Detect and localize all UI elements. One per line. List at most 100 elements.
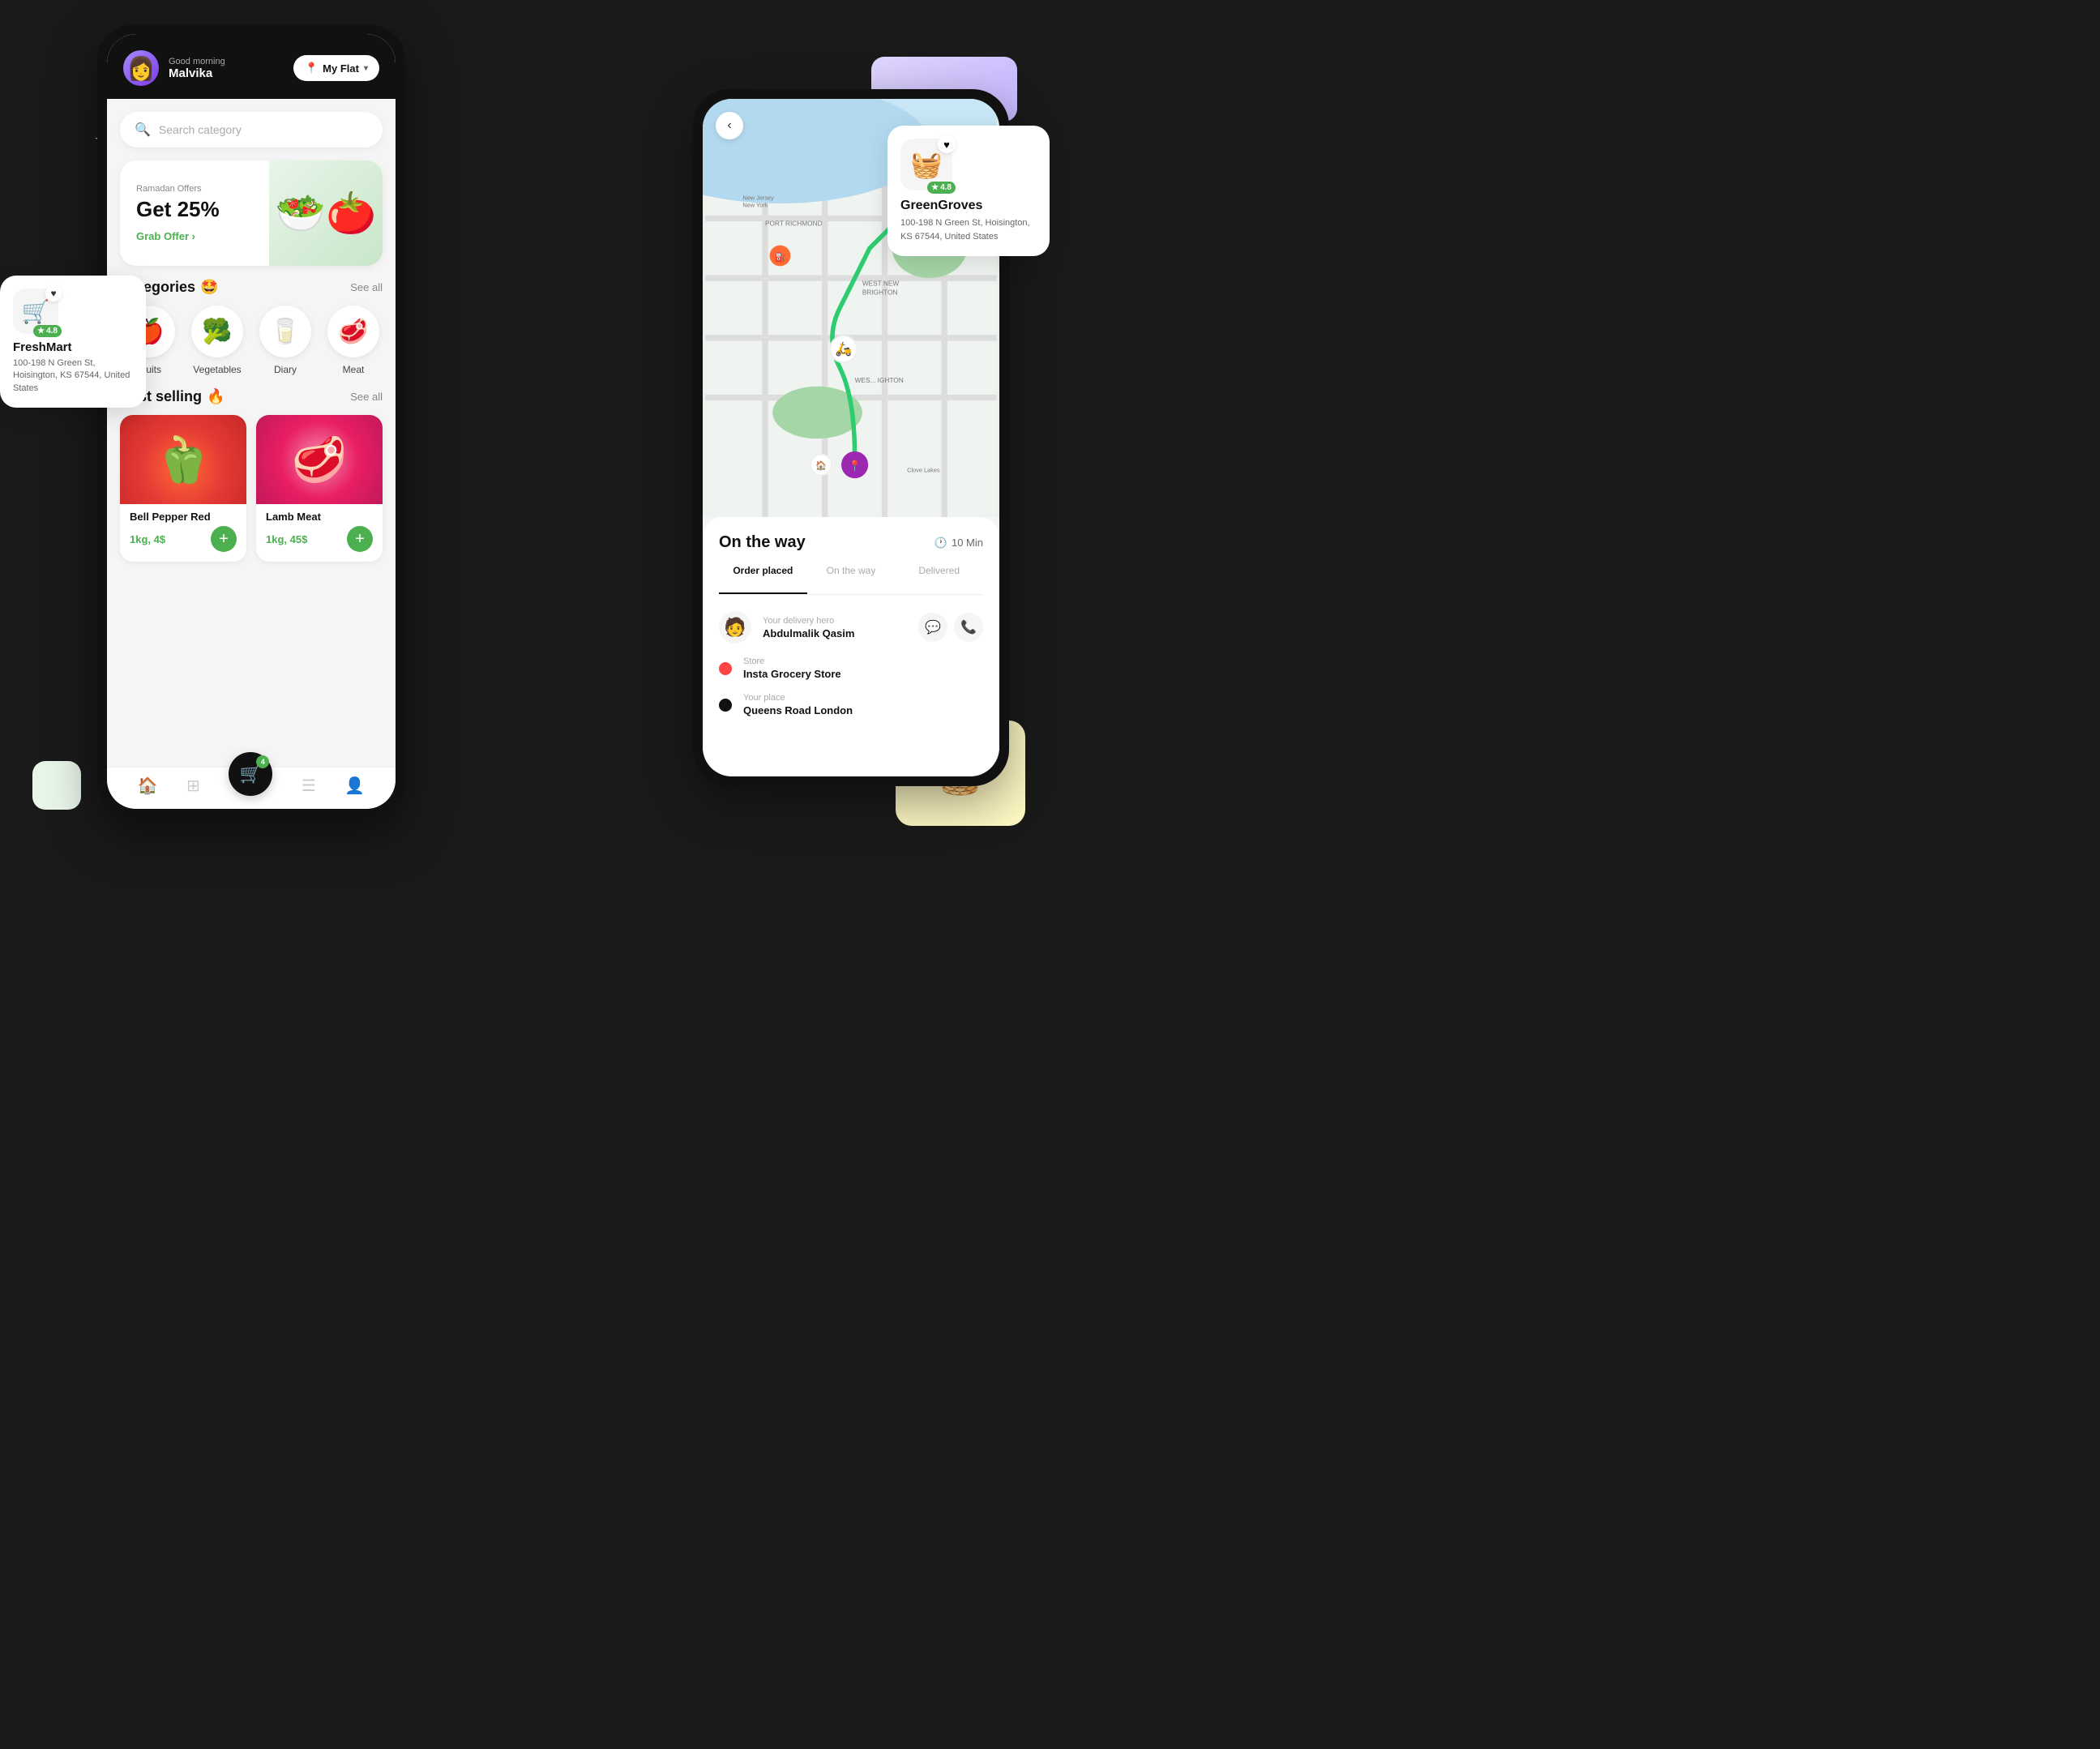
destination-info-item: Your place Queens Road London xyxy=(719,693,983,716)
freshmart-store-address: 100-198 N Green St, Hoisington, KS 67544… xyxy=(13,357,133,395)
promo-banner: Ramadan Offers Get 25% Grab Offer › 🥗🍅 xyxy=(120,160,383,266)
search-bar[interactable]: 🔍 Search category xyxy=(120,112,383,148)
svg-text:BRIGHTON: BRIGHTON xyxy=(862,288,898,296)
destination-dot-icon xyxy=(719,699,732,712)
home-icon: 🏠 xyxy=(138,776,158,796)
svg-text:🏠: 🏠 xyxy=(815,460,827,471)
freshmart-emoji: 🛒 xyxy=(22,298,50,325)
grab-offer-button[interactable]: Grab Offer › xyxy=(136,230,253,242)
categories-grid: 🍎 Fruits 🥦 Vegetables 🥛 Diary 🥩 xyxy=(120,306,383,375)
lamb-meat-price: 1kg, 45$ xyxy=(266,533,307,545)
product-bell-pepper: 🫑 Bell Pepper Red 1kg, 4$ + xyxy=(120,415,246,562)
freshmart-heart-icon[interactable]: ♥ xyxy=(45,285,62,301)
greengroves-rating-badge: ★ 4.8 xyxy=(927,182,956,194)
delivery-info-list: 🧑 Your delivery hero Abdulmalik Qasim 💬 … xyxy=(719,611,983,716)
svg-text:Clove Lakes: Clove Lakes xyxy=(907,467,940,474)
category-meat[interactable]: 🥩 Meat xyxy=(324,306,383,375)
category-vegetables[interactable]: 🥦 Vegetables xyxy=(188,306,246,375)
svg-text:📍: 📍 xyxy=(849,460,862,472)
diary-label: Diary xyxy=(274,364,297,375)
bell-pepper-price: 1kg, 4$ xyxy=(130,533,165,545)
user-name: Malvika xyxy=(169,66,225,80)
bottom-navigation: 🏠 ⊞ 🛒 4 ☰ 👤 xyxy=(107,767,396,809)
delivery-panel: On the way 🕐 10 Min Order placed On the … xyxy=(703,517,999,776)
freshmart-rating-badge: ★ 4.8 xyxy=(33,325,62,337)
delivery-hero-name: Abdulmalik Qasim xyxy=(763,627,907,639)
add-lamb-meat-button[interactable]: + xyxy=(347,526,373,552)
call-button[interactable]: 📞 xyxy=(954,613,983,642)
delivery-title: On the way xyxy=(719,533,806,552)
greengroves-store-address: 100-198 N Green St, Hoisington, KS 67544… xyxy=(900,216,1037,243)
greengroves-store-name: GreenGroves xyxy=(900,199,1037,213)
step-delivered[interactable]: Delivered xyxy=(895,565,983,583)
step-order-placed[interactable]: Order placed xyxy=(719,565,807,583)
nav-profile[interactable]: 👤 xyxy=(344,776,365,796)
phone-header: 👩 Good morning Malvika 📍 My Flat ▾ xyxy=(107,34,396,99)
destination-name: Queens Road London xyxy=(743,704,983,716)
greeting-text: Good morning xyxy=(169,57,225,66)
destination-label: Your place xyxy=(743,693,983,703)
greengroves-store-icon: 🧺 ♥ ★ 4.8 xyxy=(900,139,952,190)
green-decorative-card xyxy=(32,761,81,810)
delivery-hero-label: Your delivery hero xyxy=(763,616,907,626)
vegetables-label: Vegetables xyxy=(193,364,241,375)
greengroves-heart-icon[interactable]: ♥ xyxy=(938,135,956,153)
delivery-steps: Order placed On the way Delivered xyxy=(719,565,983,595)
search-icon: 🔍 xyxy=(135,122,151,138)
chevron-down-icon: ▾ xyxy=(364,64,368,73)
message-button[interactable]: 💬 xyxy=(918,613,947,642)
banner-image: 🥗🍅 xyxy=(269,160,383,266)
orders-icon: ☰ xyxy=(302,776,316,796)
products-grid: 🫑 Bell Pepper Red 1kg, 4$ + 🥩 xyxy=(120,415,383,562)
best-selling-see-all[interactable]: See all xyxy=(350,391,383,403)
grid-icon: ⊞ xyxy=(186,776,200,796)
search-placeholder: Search category xyxy=(159,123,242,136)
meat-icon: 🥩 xyxy=(327,306,379,357)
svg-text:⛽: ⛽ xyxy=(775,251,786,263)
lamb-meat-image: 🥩 xyxy=(256,415,383,504)
store-info-item: Store Insta Grocery Store xyxy=(719,656,983,680)
nav-cart-button[interactable]: 🛒 4 xyxy=(229,752,272,796)
time-value: 10 Min xyxy=(952,537,983,549)
delivery-hero-icon: 🧑 xyxy=(719,611,751,644)
svg-text:PORT RICHMOND: PORT RICHMOND xyxy=(765,220,823,228)
category-diary[interactable]: 🥛 Diary xyxy=(256,306,314,375)
phone-body: 🔍 Search category Ramadan Offers Get 25%… xyxy=(107,99,396,767)
location-pin-icon: 📍 xyxy=(305,62,318,75)
nav-orders[interactable]: ☰ xyxy=(302,776,316,796)
bell-pepper-name: Bell Pepper Red xyxy=(130,511,237,523)
greengroves-emoji: 🧺 xyxy=(910,149,943,180)
banner-tag: Ramadan Offers xyxy=(136,184,253,194)
delivery-hero-item: 🧑 Your delivery hero Abdulmalik Qasim 💬 … xyxy=(719,611,983,644)
svg-text:New Jersey: New Jersey xyxy=(742,194,774,201)
meat-label: Meat xyxy=(343,364,365,375)
step-on-the-way[interactable]: On the way xyxy=(807,565,896,583)
categories-see-all[interactable]: See all xyxy=(350,281,383,293)
diary-icon: 🥛 xyxy=(259,306,311,357)
freshmart-store-card[interactable]: 🛒 ♥ ★ 4.8 FreshMart 100-198 N Green St, … xyxy=(0,276,146,408)
store-label: Store xyxy=(743,656,983,666)
location-label: My Flat xyxy=(323,62,359,75)
greengroves-store-card[interactable]: 🧺 ♥ ★ 4.8 GreenGroves 100-198 N Green St… xyxy=(887,126,1050,256)
nav-home[interactable]: 🏠 xyxy=(138,776,158,796)
cart-badge: 4 xyxy=(256,755,269,768)
svg-text:New York: New York xyxy=(742,202,768,209)
categories-header: Categories 🤩 See all xyxy=(120,279,383,296)
store-dot-icon xyxy=(719,662,732,675)
product-lamb-meat: 🥩 Lamb Meat 1kg, 45$ + xyxy=(256,415,383,562)
lamb-meat-name: Lamb Meat xyxy=(266,511,373,523)
vegetables-icon: 🥦 xyxy=(191,306,243,357)
freshmart-store-icon: 🛒 ♥ ★ 4.8 xyxy=(13,289,58,334)
location-pill[interactable]: 📍 My Flat ▾ xyxy=(293,55,379,81)
user-avatar: 👩 xyxy=(123,50,159,86)
svg-text:WEST NEW: WEST NEW xyxy=(862,279,900,287)
map-back-button[interactable]: ‹ xyxy=(716,112,743,139)
svg-text:WES... IGHTON: WES... IGHTON xyxy=(855,376,904,384)
banner-title: Get 25% xyxy=(136,197,253,222)
svg-text:🛵: 🛵 xyxy=(835,341,852,357)
profile-icon: 👤 xyxy=(344,776,365,796)
nav-categories[interactable]: ⊞ xyxy=(186,776,200,796)
bell-pepper-image: 🫑 xyxy=(120,415,246,504)
add-bell-pepper-button[interactable]: + xyxy=(211,526,237,552)
clock-icon: 🕐 xyxy=(935,537,947,550)
